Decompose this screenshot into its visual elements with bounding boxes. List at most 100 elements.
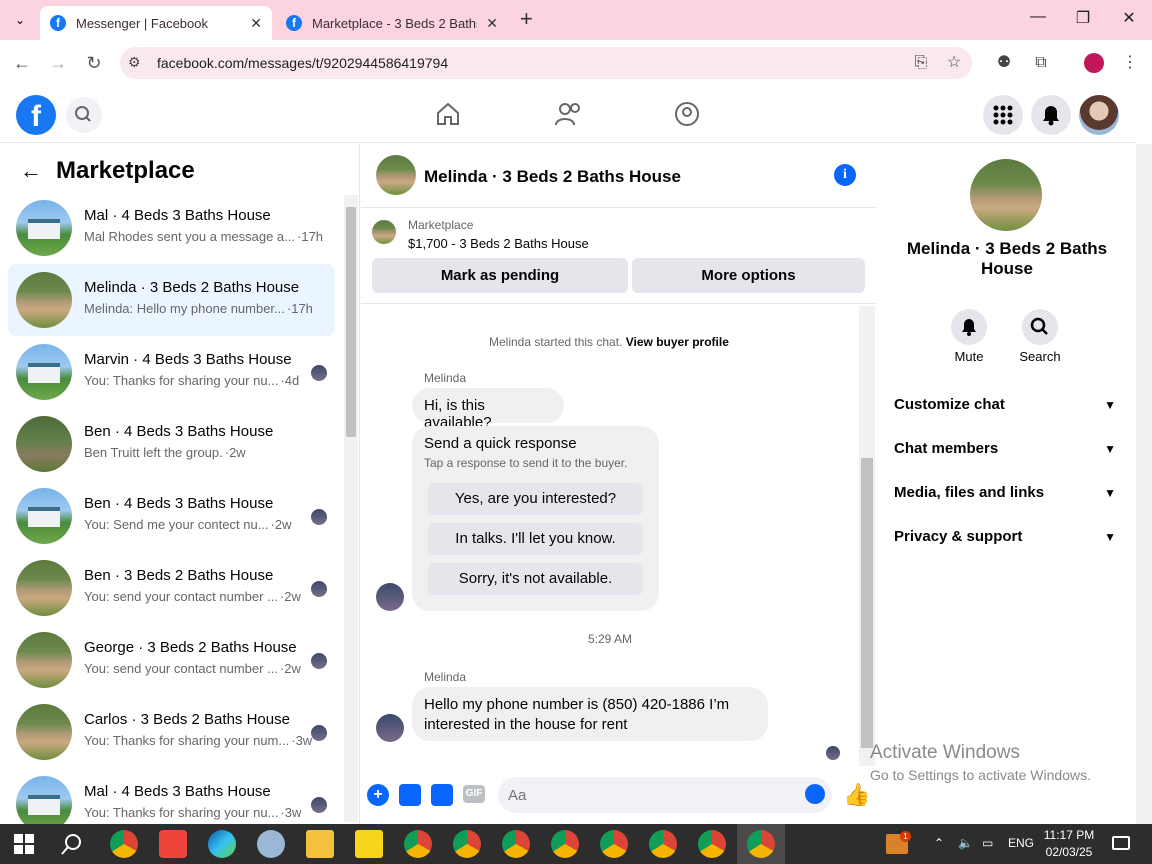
browser-menu-icon[interactable]: ⋮ [1119, 52, 1141, 74]
page-scrollbar[interactable] [1136, 144, 1152, 824]
conversation-item[interactable]: Mal · 4 Beds 3 Baths House Mal Rhodes sen… [8, 192, 335, 264]
back-icon[interactable]: ← [10, 52, 34, 76]
conversation-item[interactable]: Ben · 3 Beds 2 Baths House You: send your… [8, 552, 335, 624]
chrome-profile-taskbar-icon[interactable] [502, 830, 530, 858]
sticky-notes-taskbar-icon[interactable] [355, 830, 383, 858]
chat-scroll-thumb[interactable] [861, 458, 873, 748]
tab-search-button[interactable]: ⌄ [10, 10, 30, 30]
forward-icon[interactable]: → [46, 52, 70, 76]
account-avatar[interactable] [1079, 95, 1119, 135]
sticker-icon[interactable] [431, 784, 453, 806]
thumbs-up-icon[interactable]: 👍 [843, 782, 870, 808]
message-bubble[interactable]: Hello my phone number is (850) 420-1886 … [412, 687, 768, 741]
conversation-item[interactable]: George · 3 Beds 2 Baths House You: send y… [8, 624, 335, 696]
chrome-profile-taskbar-icon[interactable] [453, 830, 481, 858]
info-icon[interactable]: i [834, 164, 856, 186]
minimize-button[interactable]: — [1026, 8, 1050, 26]
quick-reply-button[interactable]: In talks. I'll let you know. [428, 523, 643, 555]
conversation-item[interactable]: Ben · 4 Beds 3 Baths House You: Send me y… [8, 480, 335, 552]
mute-button[interactable] [951, 309, 987, 345]
notification-center-icon[interactable] [1112, 836, 1130, 850]
url-text[interactable]: facebook.com/messages/t/9202944586419794 [157, 55, 448, 71]
paint-taskbar-icon[interactable] [257, 830, 285, 858]
listing-thumbnail[interactable] [372, 220, 396, 244]
preview-time: ·17h [286, 301, 313, 316]
show-hidden-icons-icon[interactable]: ⌃ [934, 836, 944, 850]
message-timestamp: 5:29 AM [588, 632, 633, 646]
facebook-search-button[interactable] [66, 97, 102, 133]
language-indicator[interactable]: ENG [1008, 836, 1034, 850]
close-window-button[interactable]: ✕ [1117, 8, 1141, 28]
reload-icon[interactable]: ↻ [82, 52, 106, 76]
chrome-profile-taskbar-icon[interactable] [698, 830, 726, 858]
site-info-icon[interactable]: ⚙ [128, 54, 141, 71]
windows-start-icon[interactable] [14, 834, 34, 854]
message-bubble[interactable]: Hi, is this available? [412, 388, 564, 431]
chrome-taskbar-icon[interactable] [110, 830, 138, 858]
menu-grid-button[interactable] [983, 95, 1023, 135]
sender-avatar[interactable] [376, 714, 404, 742]
search-conversation-button[interactable] [1022, 309, 1058, 345]
network-icon[interactable]: ▭ [982, 836, 993, 850]
more-options-button[interactable]: More options [632, 258, 865, 293]
tab-marketplace[interactable]: f Marketplace - 3 Beds 2 Baths H ✕ [276, 6, 508, 40]
chat-members-section[interactable]: Chat members ▼ [894, 440, 1120, 457]
anydesk-taskbar-icon[interactable] [159, 830, 187, 858]
conversation-item[interactable]: Carlos · 3 Beds 2 Baths House You: Thanks… [8, 696, 335, 768]
add-attachment-icon[interactable]: + [367, 784, 389, 806]
seen-avatar [311, 725, 327, 741]
conversation-item[interactable]: Ben · 4 Beds 3 Baths House Ben Truitt lef… [8, 408, 335, 480]
grid-icon [993, 105, 1013, 125]
system-message: Melinda started this chat. View buyer pr… [489, 335, 729, 349]
file-explorer-taskbar-icon[interactable] [306, 830, 334, 858]
extension-robot-icon[interactable]: ⚉ [993, 52, 1015, 74]
emoji-icon[interactable] [805, 784, 825, 804]
profile-icon[interactable] [1084, 53, 1104, 73]
chat-title[interactable]: Melinda · 3 Beds 2 Baths House [424, 167, 681, 187]
edge-taskbar-icon[interactable] [208, 830, 236, 858]
preview-text: Mal Rhodes sent you a message a... [84, 229, 296, 244]
conversation-item[interactable]: Melinda · 3 Beds 2 Baths House Melinda: H… [8, 264, 335, 336]
install-app-icon[interactable]: ⎘ [910, 52, 932, 74]
sidebar-scroll-thumb[interactable] [346, 207, 356, 437]
notifications-button[interactable] [1031, 95, 1071, 135]
groups-nav-icon[interactable] [673, 100, 701, 131]
tab-messenger[interactable]: f Messenger | Facebook ✕ [40, 6, 272, 40]
profile-picture[interactable] [970, 159, 1042, 231]
message-input[interactable] [508, 785, 788, 805]
quick-reply-button[interactable]: Yes, are you interested? [428, 483, 643, 515]
close-tab-icon[interactable]: ✕ [486, 15, 498, 32]
home-nav-icon[interactable] [434, 100, 462, 131]
clock[interactable]: 11:17 PM 02/03/25 [1040, 827, 1098, 861]
back-arrow-icon[interactable]: ← [20, 158, 42, 184]
customize-chat-section[interactable]: Customize chat ▼ [894, 396, 1120, 413]
photo-icon[interactable] [399, 784, 421, 806]
mark-pending-button[interactable]: Mark as pending [372, 258, 628, 293]
volume-icon[interactable]: 🔈 [958, 836, 973, 850]
close-tab-icon[interactable]: ✕ [250, 15, 262, 32]
quick-reply-button[interactable]: Sorry, it's not available. [428, 563, 643, 595]
new-tab-button[interactable]: + [520, 6, 533, 32]
chrome-profile-taskbar-icon[interactable] [404, 830, 432, 858]
bookmark-star-icon[interactable]: ☆ [943, 52, 965, 74]
search-icon [1030, 317, 1048, 335]
facebook-favicon-icon: f [286, 15, 302, 31]
chrome-profile-taskbar-icon[interactable] [600, 830, 628, 858]
extensions-puzzle-icon[interactable]: ⧉ [1030, 52, 1052, 74]
media-files-section[interactable]: Media, files and links ▼ [894, 484, 1120, 501]
chrome-profile-taskbar-icon[interactable] [649, 830, 677, 858]
listing-price[interactable]: $1,700 - 3 Beds 2 Baths House [408, 236, 589, 251]
restore-button[interactable]: ❐ [1071, 8, 1095, 28]
message-composer[interactable] [498, 777, 832, 813]
taskbar-search-icon[interactable] [60, 832, 84, 856]
sender-avatar[interactable] [376, 583, 404, 611]
chrome-profile-taskbar-icon[interactable] [551, 830, 579, 858]
privacy-support-section[interactable]: Privacy & support ▼ [894, 528, 1120, 545]
view-buyer-profile-link[interactable]: View buyer profile [626, 335, 729, 349]
facebook-logo-icon[interactable]: f [16, 95, 56, 135]
chrome-active-taskbar-icon[interactable] [747, 830, 775, 858]
gif-icon[interactable]: GIF [463, 785, 485, 803]
chat-avatar[interactable] [376, 155, 416, 195]
friends-nav-icon[interactable] [554, 100, 584, 131]
conversation-item[interactable]: Marvin · 4 Beds 3 Baths House You: Thanks… [8, 336, 335, 408]
